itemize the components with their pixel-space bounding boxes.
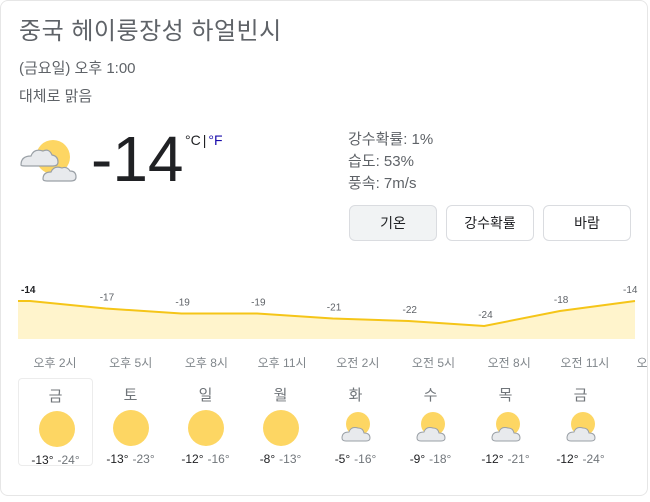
tab-wind[interactable]: 바람 [543,205,631,241]
sunny-icon [188,410,224,446]
current-temperature: -14 [91,123,184,195]
hour-label: 오전 5시 [411,356,456,370]
temperature-label: -14 [623,285,638,296]
low-temp: -16° [354,452,377,466]
tab-temperature[interactable]: 기온 [349,205,437,241]
unit-switch: °C | °F [185,132,223,148]
high-temp: -12° [181,452,204,466]
day-forecast-fri-next[interactable]: 금 -12° -24° [543,378,618,466]
daily-forecast: 금 -13° -24° 토 -13° -23° 일 -12° -16° 월 -8° -1… [18,378,618,467]
high-temp: -5° [334,452,351,466]
low-temp: -24° [57,453,80,467]
temperature-label: -24 [478,310,493,321]
high-temp: -8° [259,452,276,466]
day-forecast-mon[interactable]: 월 -8° -13° [243,378,318,466]
weather-details: 강수확률: 1% 습도: 53% 풍속: 7m/s [348,129,433,195]
day-forecast-sun[interactable]: 일 -12° -16° [168,378,243,466]
hour-label: 오전 11시 [560,356,610,370]
low-temp: -23° [132,452,155,466]
temperature-label: -22 [403,305,418,316]
hour-label: 오후 11시 [257,356,307,370]
day-name: 수 [423,387,438,404]
high-temp: -12° [481,452,504,466]
day-name: 일 [198,387,213,404]
temperature-label: -14 [21,285,36,296]
celsius-toggle[interactable]: °C [185,132,201,148]
current-time: (금요일) 오후 1:00 [19,60,136,77]
fahrenheit-toggle[interactable]: °F [208,132,222,148]
high-temp: -13° [31,453,54,467]
low-temp: -13° [279,452,302,466]
low-temp: -18° [429,452,452,466]
weather-card: 중국 헤이룽장성 하얼빈시 (금요일) 오후 1:00 대체로 맑음 -14 °… [0,0,648,496]
unit-separator: | [202,132,207,148]
temperature-label: -21 [327,303,342,314]
partly-cloudy-icon [416,412,446,442]
chart-tabs: 기온 강수확률 바람 [349,205,631,241]
wind-value: 풍속: 7m/s [348,175,417,192]
weather-condition: 대체로 맑음 [19,88,93,105]
temperature-chart: -14 -17 -19 -19 -21 -22 -24 -18 -14 [18,285,638,339]
partly-cloudy-icon [566,412,596,442]
humidity-value: 습도: 53% [348,153,414,170]
day-name: 목 [498,387,513,404]
precipitation-value: 강수확률: 1% [348,131,434,148]
hour-label: 오전 2시 [336,356,380,370]
day-name: 금 [48,388,63,405]
location-title: 중국 헤이룽장성 하얼빈시 [19,18,282,45]
high-temp: -13° [106,452,129,466]
hour-labels: 오후 2시 오후 5시 오후 8시 오후 11시 오전 2시 오전 5시 오전 8시 오전 1… [1,354,650,372]
hour-label: 오후 5시 [109,356,153,370]
sunny-icon [263,410,299,446]
tab-precipitation[interactable]: 강수확률 [446,205,534,241]
low-temp: -16° [207,452,230,466]
day-name: 월 [273,387,288,404]
partly-cloudy-icon [491,412,521,442]
low-temp: -24° [582,452,605,466]
temperature-label: -17 [100,293,115,304]
low-temp: -21° [507,452,530,466]
high-temp: -12° [556,452,579,466]
day-name: 토 [123,387,138,404]
day-forecast-sat[interactable]: 토 -13° -23° [93,378,168,466]
temperature-label: -19 [175,298,190,309]
hour-label: 오전 8시 [487,356,531,370]
hour-label: 오후 8시 [184,356,228,370]
sunny-icon [39,411,75,447]
sunny-icon [113,410,149,446]
day-name: 금 [573,387,588,404]
temperature-label: -19 [251,298,266,309]
day-forecast-tue[interactable]: 화 -5° -16° [318,378,393,466]
temperature-label: -18 [554,295,569,306]
day-name: 화 [348,387,363,404]
high-temp: -9° [409,452,426,466]
day-forecast-wed[interactable]: 수 -9° -18° [393,378,468,466]
partly-cloudy-icon [20,140,77,182]
hour-label: 오 [636,356,648,370]
day-forecast-thu[interactable]: 목 -12° -21° [468,378,543,466]
partly-cloudy-icon [341,412,371,442]
day-forecast-fri[interactable]: 금 -13° -24° [18,378,93,467]
hour-label: 오후 2시 [33,356,77,370]
